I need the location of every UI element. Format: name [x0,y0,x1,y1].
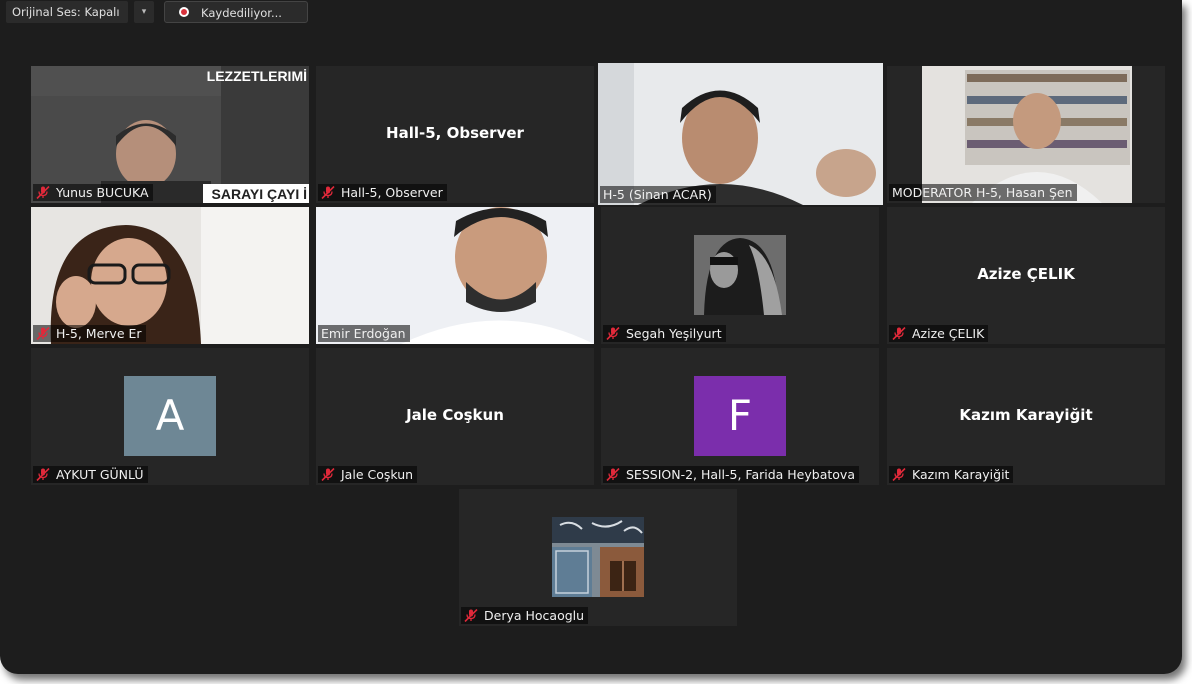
recording-indicator[interactable]: Kaydediliyor... [164,1,308,23]
participant-name: SESSION-2, Hall-5, Farida Heybatova [626,467,855,482]
avatar: F [694,376,786,456]
mic-muted-icon [606,468,620,481]
participant-name: Jale Coşkun [341,467,414,482]
participant-tile[interactable]: LEZZETLERIMİ SARAYI ÇAYI İ Yunus BUCUKA [31,66,309,203]
participant-name: Emir Erdoğan [321,326,406,341]
participant-name-label: AYKUT GÜNLÜ [33,466,148,483]
participant-photo [552,517,644,597]
participant-name-label: Kazım Karayiğit [889,466,1014,483]
overlay-text-top: LEZZETLERIMİ [206,68,307,84]
participant-name: H-5, Merve Er [56,326,142,341]
participant-tile[interactable]: Segah Yeşilyurt [601,207,879,344]
participant-tile[interactable]: A AYKUT GÜNLÜ [31,348,309,485]
participant-tile[interactable]: Derya Hocaoglu [459,489,737,626]
participant-name: Azize ÇELIK [912,326,985,341]
mic-muted-icon [36,468,50,481]
participant-name-label: Segah Yeşilyurt [603,325,726,342]
participant-name: MODERATOR H-5, Hasan Şen [892,185,1073,200]
record-icon [179,7,189,17]
participant-name: H-5 (Sinan ACAR) [603,187,712,202]
participant-display-name: Hall-5, Observer [386,124,524,142]
participant-tile[interactable]: Azize ÇELIK Azize ÇELIK [887,207,1165,344]
participant-name: AYKUT GÜNLÜ [56,467,144,482]
participant-name: Kazım Karayiğit [912,467,1010,482]
participant-tile[interactable]: Hall-5, Observer Hall-5, Observer [316,66,594,203]
participant-name: Hall-5, Observer [341,185,443,200]
mic-muted-icon [892,327,906,340]
mic-muted-icon [36,327,50,340]
participant-name-label: SESSION-2, Hall-5, Farida Heybatova [603,466,859,483]
participant-tile-active-speaker[interactable]: H-5 (Sinan ACAR) [598,63,883,205]
original-sound-label: Orijinal Ses: Kapalı [12,5,120,19]
mic-muted-icon [606,327,620,340]
participant-name: Yunus BUCUKA [56,185,149,200]
mic-muted-icon [892,468,906,481]
participant-tile[interactable]: MODERATOR H-5, Hasan Şen [887,66,1165,203]
participant-name: Segah Yeşilyurt [626,326,722,341]
participant-tile[interactable]: H-5, Merve Er [31,207,309,344]
participant-display-name: Kazım Karayiğit [959,406,1093,424]
video-feed [598,63,883,205]
overlay-text-bottom: SARAYI ÇAYI İ [211,186,307,202]
video-feed [31,66,309,203]
participant-photo [694,235,786,315]
mic-muted-icon [36,186,50,199]
mic-muted-icon [321,468,335,481]
participant-name-label: Azize ÇELIK [889,325,989,342]
chevron-down-icon[interactable]: ▾ [134,1,154,23]
avatar: A [124,376,216,456]
participant-name: Derya Hocaoglu [484,608,585,623]
mic-muted-icon [321,186,335,199]
video-feed [31,207,309,344]
participant-name-label: Hall-5, Observer [318,184,447,201]
participant-display-name: Azize ÇELIK [977,265,1075,283]
top-toolbar: Orijinal Ses: Kapalı ▾ Kaydediliyor... [0,0,1182,26]
video-feed [887,66,1165,203]
participant-display-name: Jale Coşkun [406,406,504,424]
participant-name-label: H-5 (Sinan ACAR) [600,186,716,203]
original-sound-button[interactable]: Orijinal Ses: Kapalı [6,1,128,23]
participant-name-label: Jale Coşkun [318,466,418,483]
video-feed [316,207,594,344]
participant-name-label: Derya Hocaoglu [461,607,589,624]
participant-tile[interactable]: Jale Coşkun Jale Coşkun [316,348,594,485]
participant-name-label: MODERATOR H-5, Hasan Şen [889,184,1077,201]
recording-label: Kaydediliyor... [201,6,282,20]
participant-name-label: H-5, Merve Er [33,325,146,342]
meeting-window: Orijinal Ses: Kapalı ▾ Kaydediliyor... L… [0,0,1182,674]
participant-name-label: Yunus BUCUKA [33,184,153,201]
participant-tile[interactable]: F SESSION-2, Hall-5, Farida Heybatova [601,348,879,485]
participant-name-label: Emir Erdoğan [318,325,410,342]
mic-muted-icon [464,609,478,622]
participant-tile[interactable]: Kazım Karayiğit Kazım Karayiğit [887,348,1165,485]
participant-tile[interactable]: Emir Erdoğan [316,207,594,344]
